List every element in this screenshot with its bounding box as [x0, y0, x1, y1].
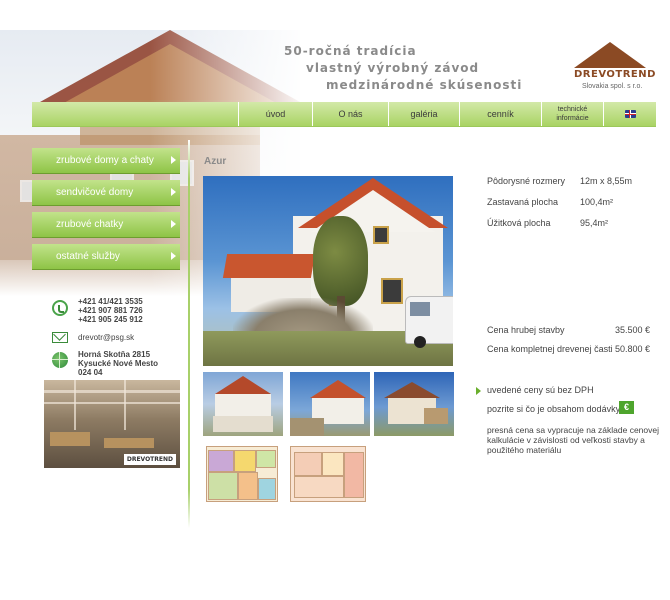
tagline-1: 50-ročná tradícia — [284, 44, 417, 58]
email-link[interactable]: drevotr@psg.sk — [78, 333, 134, 342]
address-line-2: Kysucké Nové Mesto — [78, 359, 159, 368]
arrow-right-icon — [476, 387, 481, 395]
nav-uvod[interactable]: úvod — [238, 102, 312, 126]
arrow-right-icon — [171, 156, 176, 164]
vat-note: uvedené ceny sú bez DPH — [487, 385, 594, 395]
logo-roof-icon — [574, 42, 646, 68]
nav-technicke-informacie[interactable]: technické informácie — [541, 102, 603, 126]
factory-photo: DREVOTREND — [44, 380, 180, 468]
nav-o-nas[interactable]: O nás — [312, 102, 388, 126]
spec-value-rozmery: 12m x 8,55m — [580, 176, 633, 186]
price-value-hruba-stavba: 35.500 € — [614, 325, 650, 335]
address-line-1: Horná Skotňa 2815 — [78, 350, 151, 359]
sidebar-item-label: zrubové chatky — [56, 219, 124, 230]
tagline-3: medzinárodné skúsenosti — [326, 78, 523, 92]
price-value-drevena-cast: 50.800 € — [614, 344, 650, 354]
sidebar-item-ostatne-sluzby[interactable]: ostatné služby — [32, 244, 180, 269]
nav-galeria[interactable]: galéria — [388, 102, 459, 126]
phone-2: +421 907 881 726 — [78, 306, 143, 315]
sidebar-item-label: sendvičové domy — [56, 187, 134, 198]
factory-badge: DREVOTREND — [123, 454, 176, 465]
gallery-thumbnail-1[interactable] — [203, 372, 283, 436]
sidebar-item-zrubove-chatky[interactable]: zrubové chatky — [32, 212, 180, 237]
phone-icon — [52, 300, 68, 316]
floor-plan-1[interactable] — [204, 444, 280, 506]
tagline-2: vlastný výrobný závod — [306, 61, 480, 75]
logo-name: DREVOTREND — [574, 69, 656, 80]
sidebar-menu: zrubové domy a chaty sendvičové domy zru… — [32, 148, 180, 276]
main-house-photo[interactable] — [203, 176, 453, 366]
gallery-thumbnail-3[interactable] — [374, 372, 454, 436]
sidebar-item-zrubove-domy[interactable]: zrubové domy a chaty — [32, 148, 180, 173]
phone-1: +421 41/421 3535 — [78, 297, 143, 306]
top-nav: úvod O nás galéria cenník technické info… — [32, 102, 656, 126]
arrow-right-icon — [171, 220, 176, 228]
delivery-euro-button[interactable]: € — [619, 401, 634, 414]
spec-value-zastavana: 100,4m² — [580, 197, 614, 207]
spec-label-zastavana: Zastavaná plocha — [487, 197, 559, 207]
mail-icon — [52, 332, 68, 343]
sidebar-item-label: ostatné služby — [56, 251, 120, 262]
spec-value-uzitkova: 95,4m² — [580, 218, 609, 228]
gallery-thumbnail-2[interactable] — [290, 372, 370, 436]
uk-flag-icon — [624, 110, 636, 118]
address-line-3: 024 04 — [78, 368, 103, 377]
nav-english[interactable] — [603, 102, 656, 126]
globe-icon — [52, 352, 68, 368]
content-divider — [188, 140, 190, 528]
page-title: Azur — [204, 156, 227, 167]
logo-subtitle: Slovakia spol. s r.o. — [582, 83, 643, 90]
price-note: presná cena sa vypracuje na základe ceno… — [487, 425, 659, 455]
company-logo[interactable]: DREVOTREND Slovakia spol. s r.o. — [570, 42, 655, 102]
floor-plan-2[interactable] — [288, 444, 368, 506]
spec-label-rozmery: Pôdorysné rozmery — [487, 176, 566, 186]
sidebar-item-sendvicove-domy[interactable]: sendvičové domy — [32, 180, 180, 205]
nav-cennik[interactable]: cenník — [459, 102, 541, 126]
delivery-link[interactable]: pozrite si čo je obsahom dodávky — [487, 404, 620, 414]
phone-3: +421 905 245 912 — [78, 315, 143, 324]
price-label-hruba-stavba: Cena hrubej stavby — [487, 325, 565, 335]
sidebar-item-label: zrubové domy a chaty — [56, 155, 154, 166]
arrow-right-icon — [171, 252, 176, 260]
spec-label-uzitkova: Úžitková plocha — [487, 218, 551, 228]
arrow-right-icon — [171, 188, 176, 196]
